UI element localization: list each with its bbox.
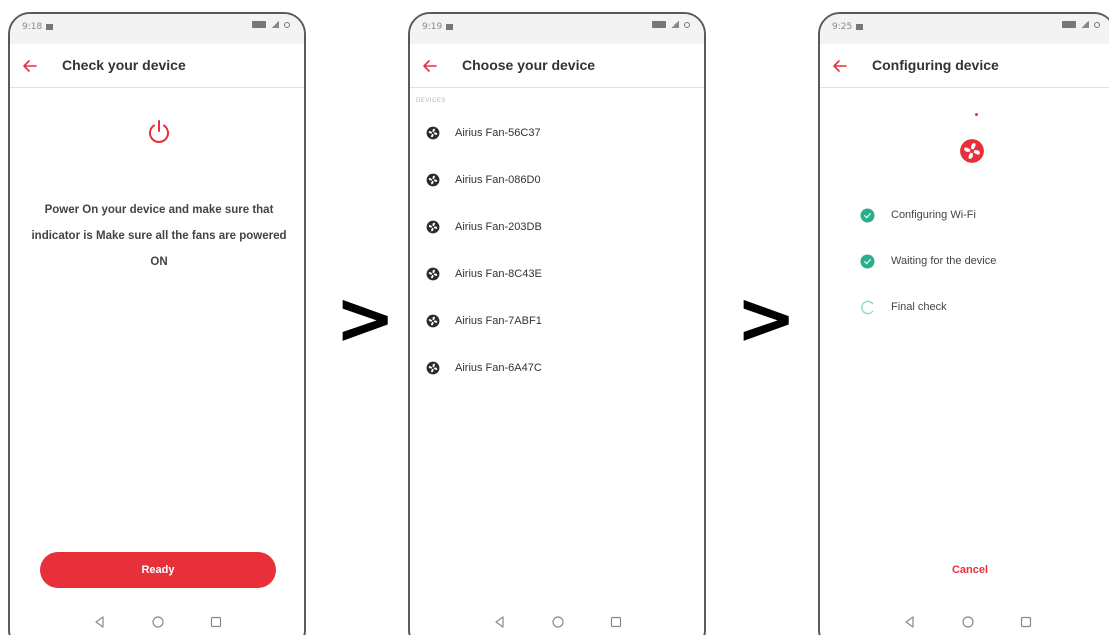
fan-icon xyxy=(426,220,440,234)
instruction-text: Power On your device and make sure that … xyxy=(31,204,287,268)
device-list-item[interactable]: Airius Fan-7ABF1 xyxy=(410,297,704,344)
battery-icon xyxy=(252,21,266,28)
nav-home-icon[interactable] xyxy=(960,614,976,630)
fan-icon xyxy=(426,126,440,140)
app-bar: Check your device xyxy=(10,44,304,88)
sync-icon xyxy=(284,21,290,28)
fan-icon xyxy=(426,267,440,281)
fan-icon xyxy=(426,314,440,328)
status-icons xyxy=(1062,21,1100,28)
step-item: Waiting for the device xyxy=(860,238,996,284)
device-list: Airius Fan-56C37 Airius Fan-086D0 Airius… xyxy=(410,109,704,391)
next-step-arrow: > xyxy=(335,276,396,360)
status-bar: 9:25 xyxy=(820,14,1109,44)
nav-home-icon[interactable] xyxy=(550,614,566,630)
step-item: Final check xyxy=(860,284,996,330)
status-time: 9:25 xyxy=(832,22,863,32)
device-list-item[interactable]: Airius Fan-6A47C xyxy=(410,344,704,391)
fan-logo-icon xyxy=(960,139,984,163)
check-circle-icon xyxy=(860,208,875,223)
phone-screen-check-device: 9:18 Check your device Power On your dev… xyxy=(8,12,306,635)
device-list-item[interactable]: Airius Fan-8C43E xyxy=(410,250,704,297)
signal-icon xyxy=(271,21,279,28)
status-time: 9:18 xyxy=(22,22,53,32)
battery-icon xyxy=(652,21,666,28)
status-icons xyxy=(652,21,690,28)
signal-icon xyxy=(671,21,679,28)
back-arrow-icon[interactable] xyxy=(828,54,852,78)
step-label: Configuring Wi-Fi xyxy=(891,209,976,221)
status-time: 9:19 xyxy=(422,22,453,32)
devices-section-label: DEVICES xyxy=(416,98,446,104)
progress-indicator-dot xyxy=(975,113,978,116)
sync-icon xyxy=(684,21,690,28)
device-name: Airius Fan-56C37 xyxy=(455,126,541,139)
device-name: Airius Fan-7ABF1 xyxy=(455,314,542,327)
nav-recent-apps-icon[interactable] xyxy=(608,614,624,630)
device-list-item[interactable]: Airius Fan-56C37 xyxy=(410,109,704,156)
android-nav-bar xyxy=(410,610,704,635)
page-title: Check your device xyxy=(62,57,186,73)
loading-spinner-icon xyxy=(861,300,874,314)
nav-back-icon[interactable] xyxy=(92,614,108,630)
check-circle-icon xyxy=(860,254,875,269)
device-list-item[interactable]: Airius Fan-203DB xyxy=(410,203,704,250)
nav-back-icon[interactable] xyxy=(902,614,918,630)
android-nav-bar xyxy=(10,610,304,635)
device-name: Airius Fan-203DB xyxy=(455,220,542,233)
device-name: Airius Fan-6A47C xyxy=(455,361,542,374)
step-item: Configuring Wi-Fi xyxy=(860,192,996,238)
power-icon xyxy=(149,120,169,143)
app-bar: Choose your device xyxy=(410,44,704,88)
status-bar: 9:19 xyxy=(410,14,704,44)
nav-home-icon[interactable] xyxy=(150,614,166,630)
sync-icon xyxy=(1094,21,1100,28)
back-arrow-icon[interactable] xyxy=(18,54,42,78)
ready-button[interactable]: Ready xyxy=(40,552,276,588)
app-bar: Configuring device xyxy=(820,44,1109,88)
phone-screen-configuring-device: 9:25 Configuring device Configuring Wi-F… xyxy=(818,12,1109,635)
signal-icon xyxy=(1081,21,1089,28)
step-label: Waiting for the device xyxy=(891,255,997,267)
device-name: Airius Fan-8C43E xyxy=(455,267,542,280)
battery-icon xyxy=(1062,21,1076,28)
status-bar: 9:18 xyxy=(10,14,304,44)
next-step-arrow: > xyxy=(736,276,797,360)
step-label: Final check xyxy=(891,301,947,313)
android-nav-bar xyxy=(820,610,1109,635)
fan-icon xyxy=(426,361,440,375)
configuration-steps: Configuring Wi-Fi Waiting for the device… xyxy=(860,192,996,330)
nav-recent-apps-icon[interactable] xyxy=(208,614,224,630)
device-list-item[interactable]: Airius Fan-086D0 xyxy=(410,156,704,203)
nav-back-icon[interactable] xyxy=(492,614,508,630)
cancel-button[interactable]: Cancel xyxy=(932,558,1008,582)
page-title: Choose your device xyxy=(462,57,596,73)
device-name: Airius Fan-086D0 xyxy=(455,173,541,186)
page-title: Configuring device xyxy=(872,57,999,73)
nav-recent-apps-icon[interactable] xyxy=(1018,614,1034,630)
back-arrow-icon[interactable] xyxy=(418,54,442,78)
fan-icon xyxy=(426,173,440,187)
phone-screen-choose-device: 9:19 Choose your device DEVICES Airius F… xyxy=(408,12,706,635)
status-icons xyxy=(252,21,290,28)
